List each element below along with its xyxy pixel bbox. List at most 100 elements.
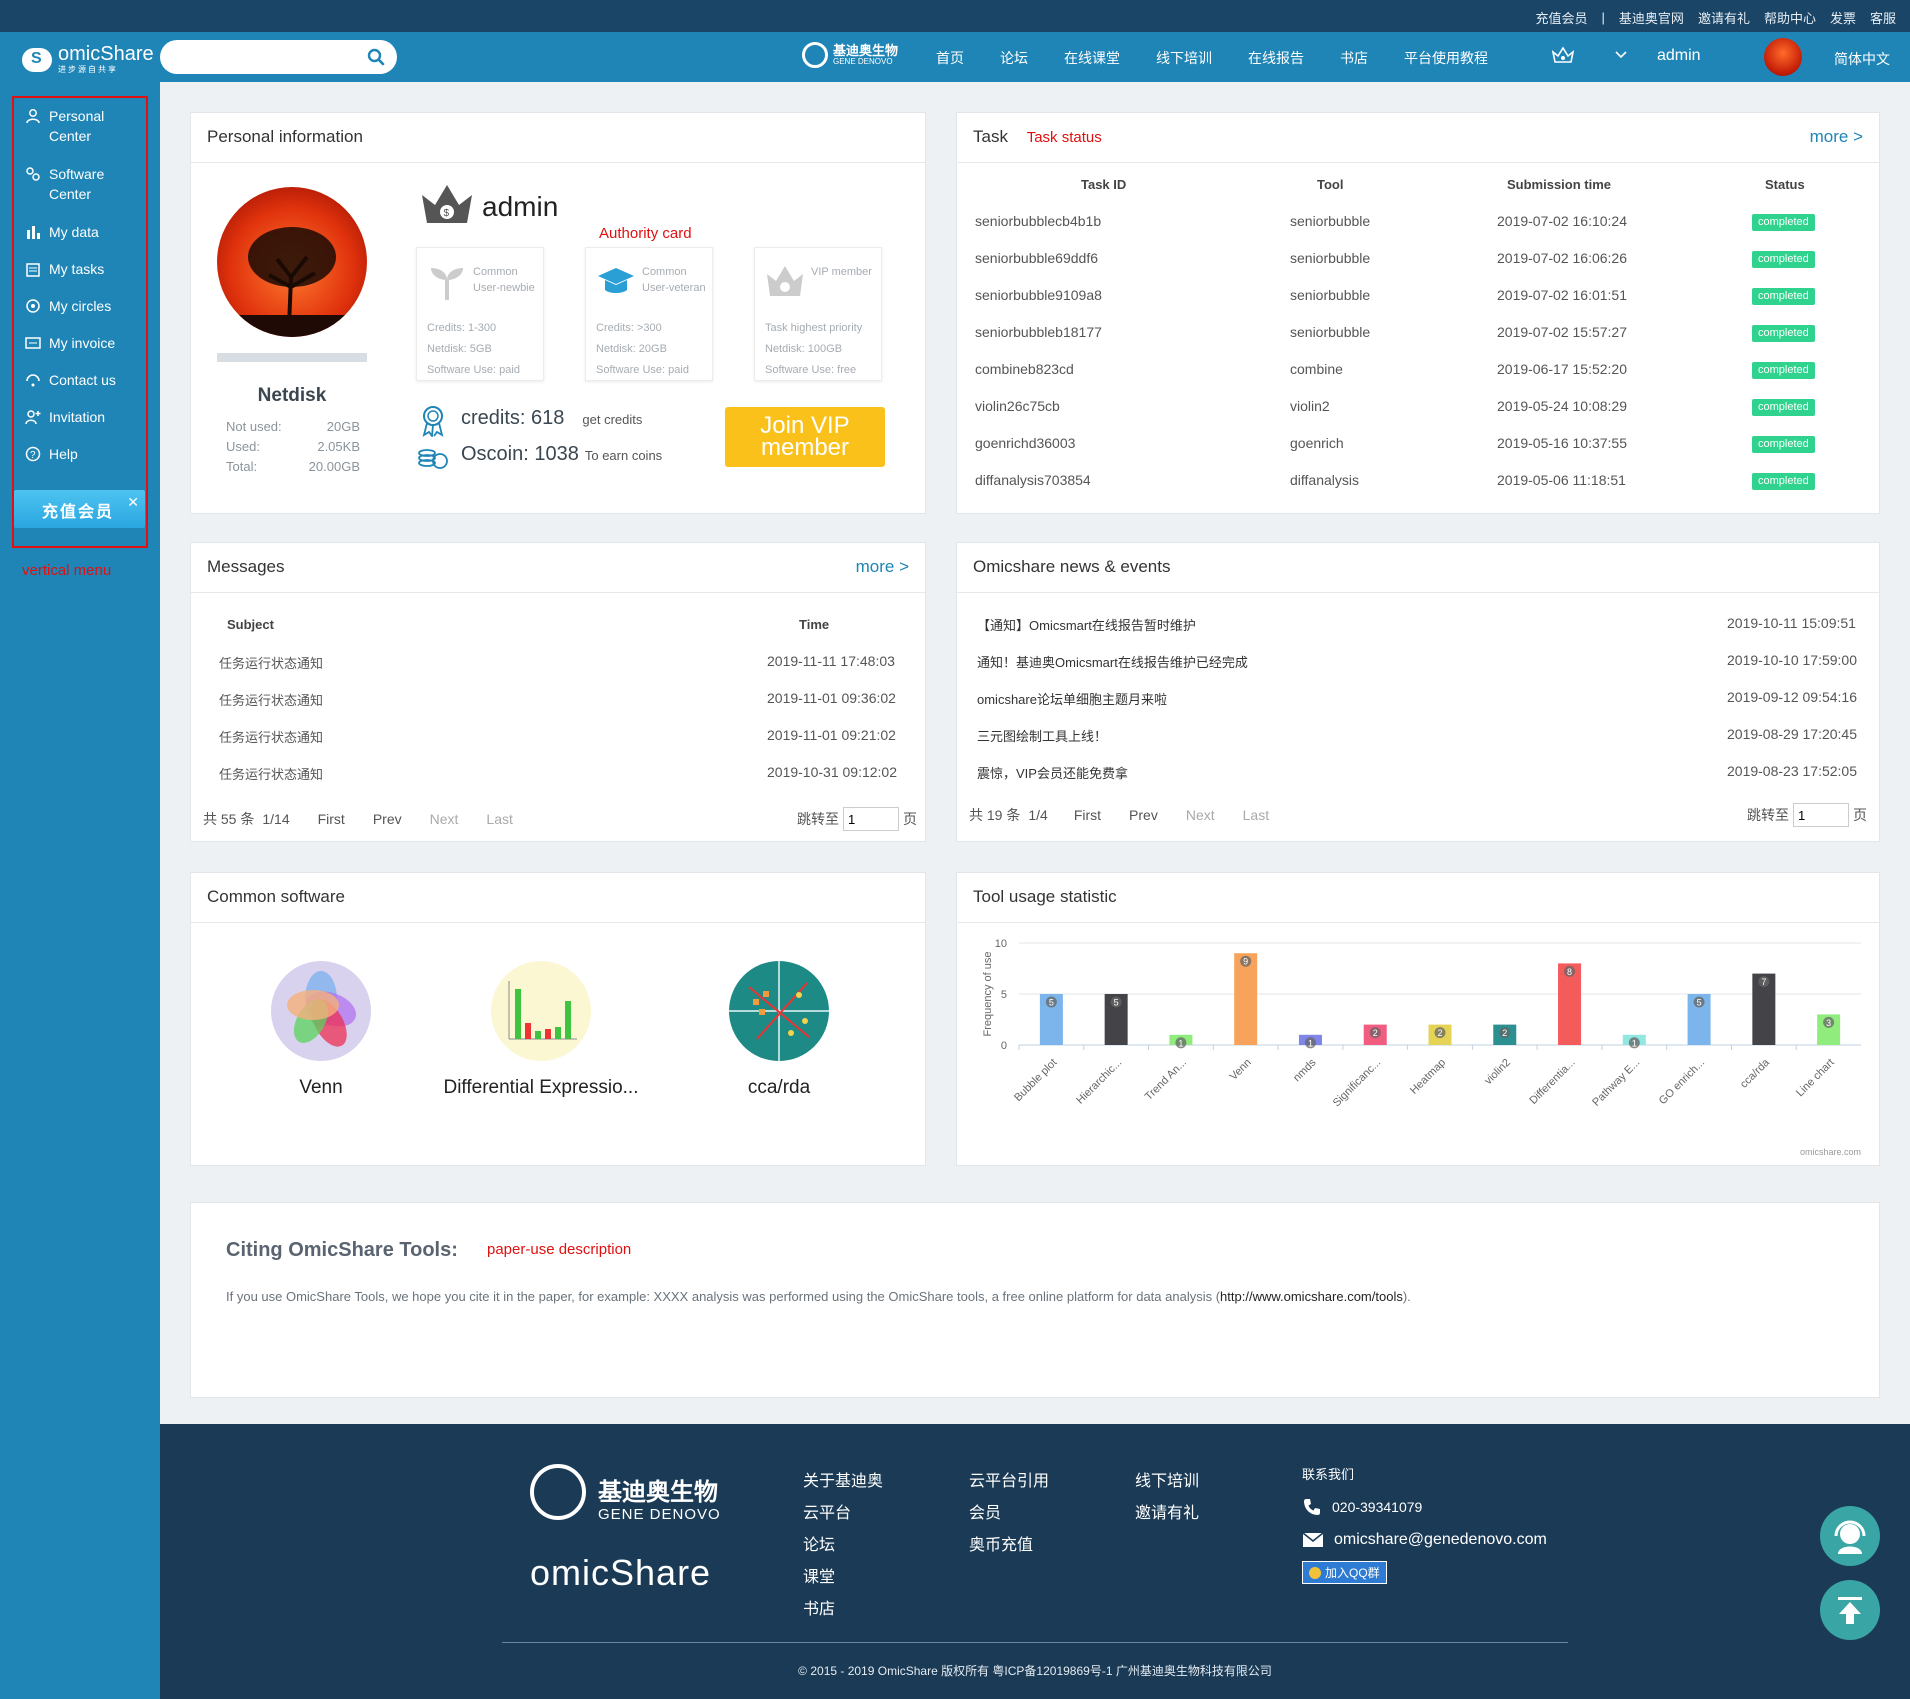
more-link[interactable]: more > (856, 557, 909, 577)
news-title[interactable]: 通知！基迪奥Omicsmart在线报告维护已经完成 (977, 652, 1248, 671)
table-row[interactable]: diffanalysis703854 diffanalysis 2019-05-06… (957, 472, 1879, 492)
task-time: 2019-05-16 10:37:55 (1497, 435, 1627, 451)
citing-text: If you use OmicShare Tools, we hope you … (226, 1289, 1411, 1304)
list-item[interactable]: 三元图绘制工具上线！ 2019-08-29 17:20:45 (957, 726, 1879, 746)
top-link-invite[interactable]: 邀请有礼 (1698, 8, 1750, 27)
table-row[interactable]: 任务运行状态通知 2019-11-01 09:21:02 (191, 727, 925, 747)
footer-link[interactable]: 线下培训 (1135, 1466, 1199, 1498)
message-subject[interactable]: 任务运行状态通知 (219, 727, 323, 746)
message-subject[interactable]: 任务运行状态通知 (219, 764, 323, 783)
sidebar-item-software-center[interactable]: Software Center (25, 164, 145, 204)
pager-last[interactable]: Last (1243, 807, 1269, 823)
pager-prev[interactable]: Prev (1129, 807, 1158, 823)
footer-link[interactable]: 关于基迪奥 (803, 1466, 883, 1498)
news-title[interactable]: 震惊，VIP会员还能免费拿 (977, 763, 1128, 782)
pager-last[interactable]: Last (486, 811, 512, 827)
top-link-service[interactable]: 客服 (1870, 8, 1896, 27)
sidebar-item-my-tasks[interactable]: My tasks (25, 259, 145, 279)
table-row[interactable]: 任务运行状态通知 2019-11-01 09:36:02 (191, 690, 925, 710)
list-item[interactable]: omicshare论坛单细胞主题月来啦 2019-09-12 09:54:16 (957, 689, 1879, 709)
nav-item-tutorial[interactable]: 平台使用教程 (1404, 48, 1488, 68)
nav-item-offline-training[interactable]: 线下培训 (1156, 48, 1212, 68)
sidebar-item-my-circles[interactable]: My circles (25, 296, 145, 316)
sidebar-item-invitation[interactable]: Invitation (25, 407, 145, 427)
footer-link[interactable]: 书店 (803, 1594, 883, 1626)
list-item[interactable]: 【通知】Omicsmart在线报告暂时维护 2019-10-11 15:09:51 (957, 615, 1879, 635)
footer-link[interactable]: 邀请有礼 (1135, 1498, 1199, 1530)
pager-first[interactable]: First (318, 811, 345, 827)
get-credits-link[interactable]: get credits (582, 412, 642, 427)
table-row[interactable]: goenrichd36003 goenrich 2019-05-16 10:37:5… (957, 435, 1879, 455)
top-link-invoice[interactable]: 发票 (1830, 8, 1856, 27)
table-row[interactable]: 任务运行状态通知 2019-10-31 09:12:02 (191, 764, 925, 784)
page-jump-input[interactable] (843, 807, 899, 831)
nav-item-online-report[interactable]: 在线报告 (1248, 48, 1304, 68)
top-link-help[interactable]: 帮助中心 (1764, 8, 1816, 27)
message-subject[interactable]: 任务运行状态通知 (219, 653, 323, 672)
sidebar-item-label: My circles (49, 298, 112, 314)
messages-card: Messages more > Subject Time 任务运行状态通知 201… (190, 542, 926, 842)
join-vip-button[interactable]: Join VIP member (725, 407, 885, 467)
footer-link[interactable]: 云平台引用 (969, 1466, 1049, 1498)
table-row[interactable]: 任务运行状态通知 2019-11-11 17:48:03 (191, 653, 925, 673)
news-title[interactable]: 三元图绘制工具上线！ (977, 726, 1107, 745)
table-row[interactable]: seniorbubblecb4b1b seniorbubble 2019-07-02… (957, 213, 1879, 233)
software-item-venn[interactable]: Venn (231, 961, 411, 1099)
gene-denovo-brand[interactable]: 基迪奥生物 GENE DENOVO (802, 42, 898, 68)
table-row[interactable]: seniorbubble9109a8 seniorbubble 2019-07-02… (957, 287, 1879, 307)
table-row[interactable]: combineb823cd combine 2019-06-17 15:52:20 c… (957, 361, 1879, 381)
footer-link[interactable]: 课堂 (803, 1562, 883, 1594)
pager-next[interactable]: Next (430, 811, 459, 827)
sidebar-item-personal-center[interactable]: Personal Center (25, 106, 145, 146)
sidebar-item-label: Software Center (49, 166, 105, 202)
top-link-recharge[interactable]: 充值会员 (1536, 8, 1588, 27)
pager-next[interactable]: Next (1186, 807, 1215, 823)
software-item-differential-expression[interactable]: Differential Expressio... (421, 961, 661, 1099)
software-item-cca-rda[interactable]: cca/rda (689, 961, 869, 1099)
omicshare-logo[interactable]: S omicShare 进步源自共享 (22, 44, 154, 75)
nav-item-home[interactable]: 首页 (936, 48, 964, 68)
nav-item-forum[interactable]: 论坛 (1000, 48, 1028, 68)
language-switch[interactable]: 简体中文 (1834, 49, 1890, 69)
list-item[interactable]: 通知！基迪奥Omicsmart在线报告维护已经完成 2019-10-10 17:5… (957, 652, 1879, 672)
profile-avatar (217, 187, 367, 337)
sidebar-item-my-data[interactable]: My data (25, 222, 145, 242)
footer-link[interactable]: 论坛 (803, 1530, 883, 1562)
contact-email[interactable]: omicshare@genedenovo.com (1334, 1531, 1547, 1549)
customer-service-button[interactable] (1820, 1506, 1880, 1566)
footer-link[interactable]: 奥币充值 (969, 1530, 1049, 1562)
table-row[interactable]: seniorbubble69ddf6 seniorbubble 2019-07-02… (957, 250, 1879, 270)
join-qq-group-button[interactable]: 加入QQ群 (1302, 1561, 1387, 1584)
nav-item-bookstore[interactable]: 书店 (1340, 48, 1368, 68)
sidebar-item-my-invoice[interactable]: My invoice (25, 333, 145, 353)
message-subject[interactable]: 任务运行状态通知 (219, 690, 323, 709)
avatar[interactable] (1764, 38, 1802, 76)
footer-link[interactable]: 会员 (969, 1498, 1049, 1530)
earn-coins-link[interactable]: To earn coins (585, 448, 662, 463)
pager-prev[interactable]: Prev (373, 811, 402, 827)
close-icon[interactable]: ✕ (127, 494, 139, 511)
search-icon[interactable] (367, 48, 385, 66)
top-link-official[interactable]: 基迪奥官网 (1619, 8, 1684, 27)
nav-item-online-class[interactable]: 在线课堂 (1064, 48, 1120, 68)
sidebar-item-contact-us[interactable]: Contact us (25, 370, 145, 390)
nav-username[interactable]: admin (1657, 47, 1701, 65)
data-label: 8 (1567, 967, 1572, 977)
list-item[interactable]: 震惊，VIP会员还能免费拿 2019-08-23 17:52:05 (957, 763, 1879, 783)
table-row[interactable]: violin26c75cb violin2 2019-05-24 10:08:29 c… (957, 398, 1879, 418)
table-row[interactable]: seniorbubbleb18177 seniorbubble 2019-07-02… (957, 324, 1879, 344)
recharge-vip-banner[interactable]: 充值会员 ✕ (14, 490, 145, 528)
search-input[interactable] (174, 40, 364, 74)
page-jump-input[interactable] (1793, 803, 1849, 827)
news-title[interactable]: omicshare论坛单细胞主题月来啦 (977, 689, 1167, 708)
omicshare-tools-link[interactable]: http://www.omicshare.com/tools (1220, 1289, 1403, 1304)
vip-crown-icon[interactable] (1552, 46, 1574, 64)
message-time: 2019-10-31 09:12:02 (767, 764, 897, 780)
more-link[interactable]: more > (1810, 127, 1863, 147)
footer-link[interactable]: 云平台 (803, 1498, 883, 1530)
pager-first[interactable]: First (1074, 807, 1101, 823)
chevron-down-icon[interactable] (1614, 48, 1628, 62)
back-to-top-button[interactable] (1820, 1580, 1880, 1640)
news-title[interactable]: 【通知】Omicsmart在线报告暂时维护 (977, 615, 1196, 634)
sidebar-item-help[interactable]: ? Help (25, 444, 145, 464)
